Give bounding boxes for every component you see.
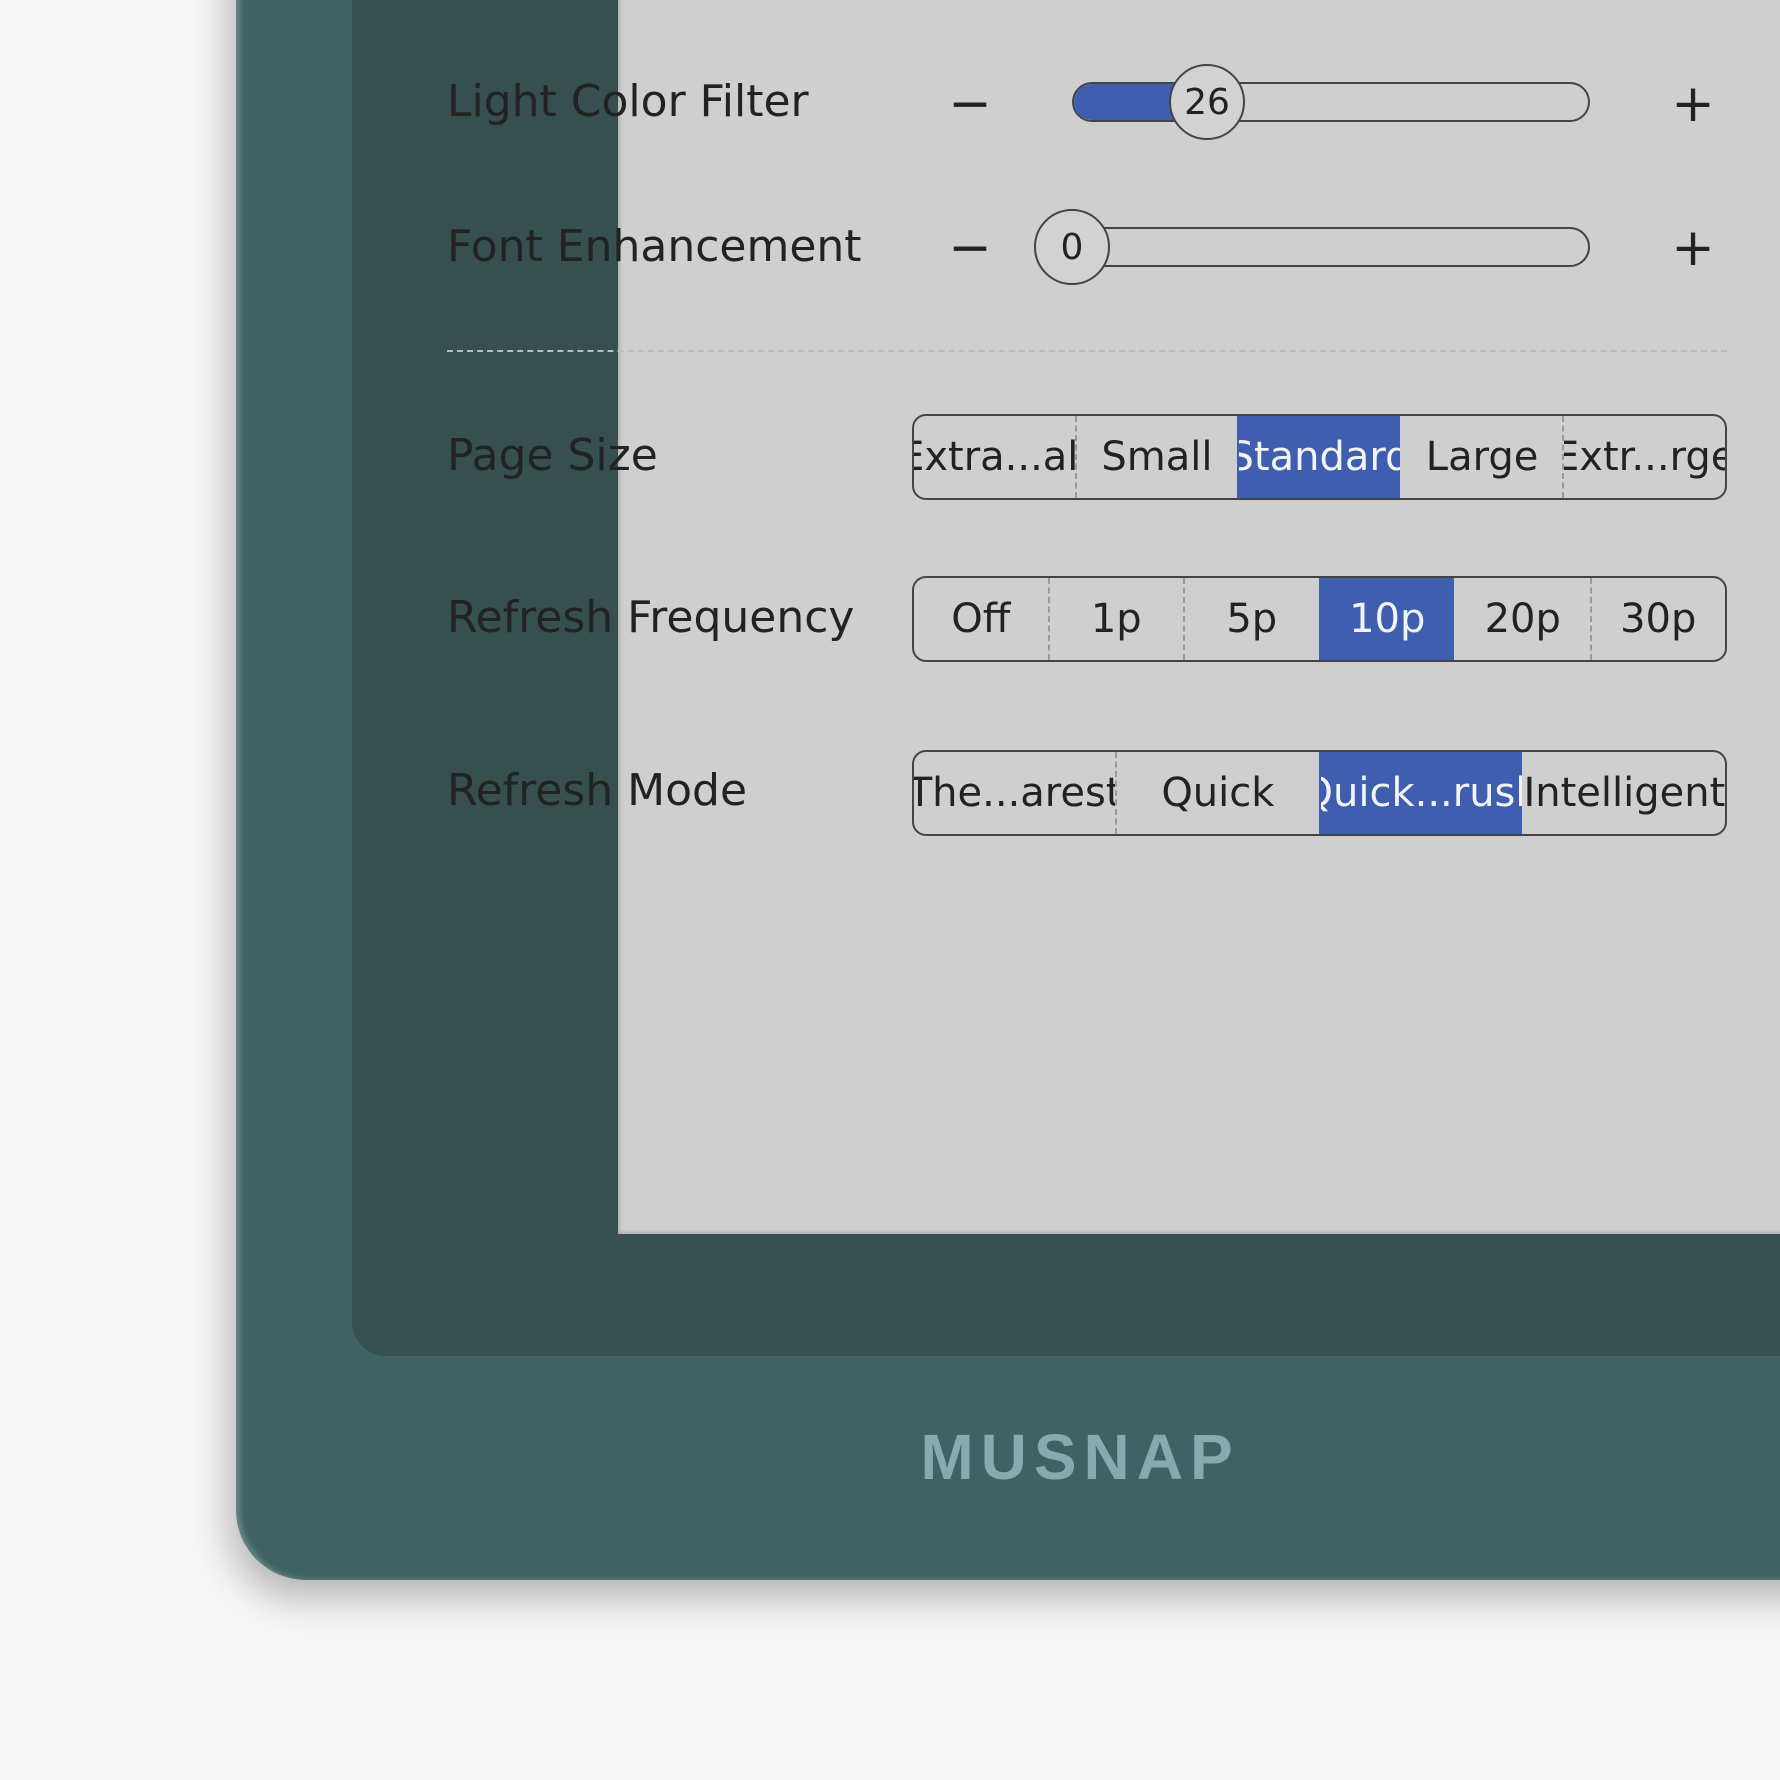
refresh-frequency-selector: Off 1p 5p 10p 20p 30p	[912, 576, 1727, 662]
font-enhancement-thumb[interactable]: 0	[1034, 209, 1110, 285]
section-divider	[447, 350, 1727, 352]
font-enhancement-slider[interactable]	[1072, 227, 1590, 267]
light-color-filter-slider[interactable]	[1072, 82, 1590, 122]
font-enhancement-label: Font Enhancement	[447, 221, 862, 272]
brand-logo: MUSNAP	[920, 1421, 1240, 1493]
refresh-frequency-option[interactable]: 20p	[1454, 578, 1590, 660]
refresh-mode-label: Refresh Mode	[447, 765, 748, 816]
page-size-option[interactable]: Extr...rge	[1562, 416, 1725, 498]
refresh-frequency-option[interactable]: 5p	[1183, 578, 1319, 660]
refresh-mode-option-selected[interactable]: Quick...rush	[1318, 752, 1522, 834]
light-color-filter-increase-button[interactable]: +	[1663, 78, 1723, 130]
refresh-frequency-option[interactable]: 1p	[1047, 578, 1184, 660]
refresh-frequency-option-selected[interactable]: 10p	[1318, 578, 1454, 660]
page-size-option[interactable]: Small	[1074, 416, 1238, 498]
font-enhancement-decrease-button[interactable]: −	[940, 222, 1000, 274]
light-color-filter-decrease-button[interactable]: −	[940, 78, 1000, 130]
page-size-option[interactable]: Extra...all	[914, 416, 1075, 498]
refresh-frequency-option[interactable]: 30p	[1589, 578, 1726, 660]
page-size-selector: Extra...all Small Standard Large Extr...…	[912, 414, 1727, 500]
refresh-mode-option[interactable]: Intelligent	[1522, 752, 1725, 834]
page-size-label: Page Size	[447, 430, 658, 481]
font-enhancement-increase-button[interactable]: +	[1663, 222, 1723, 274]
refresh-mode-option[interactable]: The...arest	[914, 752, 1115, 834]
refresh-frequency-label: Refresh Frequency	[447, 592, 855, 643]
page-size-option[interactable]: Large	[1400, 416, 1563, 498]
refresh-frequency-option[interactable]: Off	[914, 578, 1048, 660]
light-color-filter-thumb[interactable]: 26	[1169, 64, 1245, 140]
refresh-mode-selector: The...arest Quick Quick...rush Intellige…	[912, 750, 1727, 836]
refresh-mode-option[interactable]: Quick	[1115, 752, 1318, 834]
page-size-option-selected[interactable]: Standard	[1237, 416, 1400, 498]
light-color-filter-label: Light Color Filter	[447, 76, 809, 127]
